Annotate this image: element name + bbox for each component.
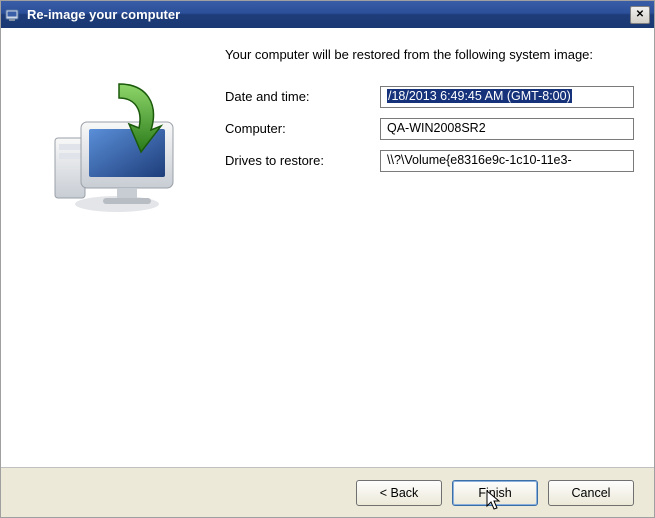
content-area: Your computer will be restored from the …: [1, 28, 654, 467]
computer-label: Computer:: [225, 121, 380, 136]
finish-button[interactable]: Finish: [452, 480, 538, 506]
date-row: Date and time: /18/2013 6:49:45 AM (GMT-…: [225, 86, 634, 108]
drives-value[interactable]: \\?\Volume{e8316e9c-1c10-11e3-: [380, 150, 634, 172]
computer-row: Computer: QA-WIN2008SR2: [225, 118, 634, 140]
computer-value[interactable]: QA-WIN2008SR2: [380, 118, 634, 140]
drives-label: Drives to restore:: [225, 153, 380, 168]
wizard-window: Re-image your computer ✕: [0, 0, 655, 518]
app-icon: [5, 7, 21, 23]
window-title: Re-image your computer: [27, 7, 630, 22]
info-panel: Your computer will be restored from the …: [217, 46, 638, 451]
date-value[interactable]: /18/2013 6:49:45 AM (GMT-8:00): [380, 86, 634, 108]
illustration-panel: [17, 46, 217, 451]
close-button[interactable]: ✕: [630, 6, 650, 24]
button-bar: < Back Finish Cancel: [1, 467, 654, 517]
intro-text: Your computer will be restored from the …: [225, 46, 634, 64]
back-button[interactable]: < Back: [356, 480, 442, 506]
date-label: Date and time:: [225, 89, 380, 104]
drives-row: Drives to restore: \\?\Volume{e8316e9c-1…: [225, 150, 634, 172]
computer-restore-icon: [47, 76, 187, 216]
cancel-button[interactable]: Cancel: [548, 480, 634, 506]
titlebar: Re-image your computer ✕: [1, 1, 654, 28]
